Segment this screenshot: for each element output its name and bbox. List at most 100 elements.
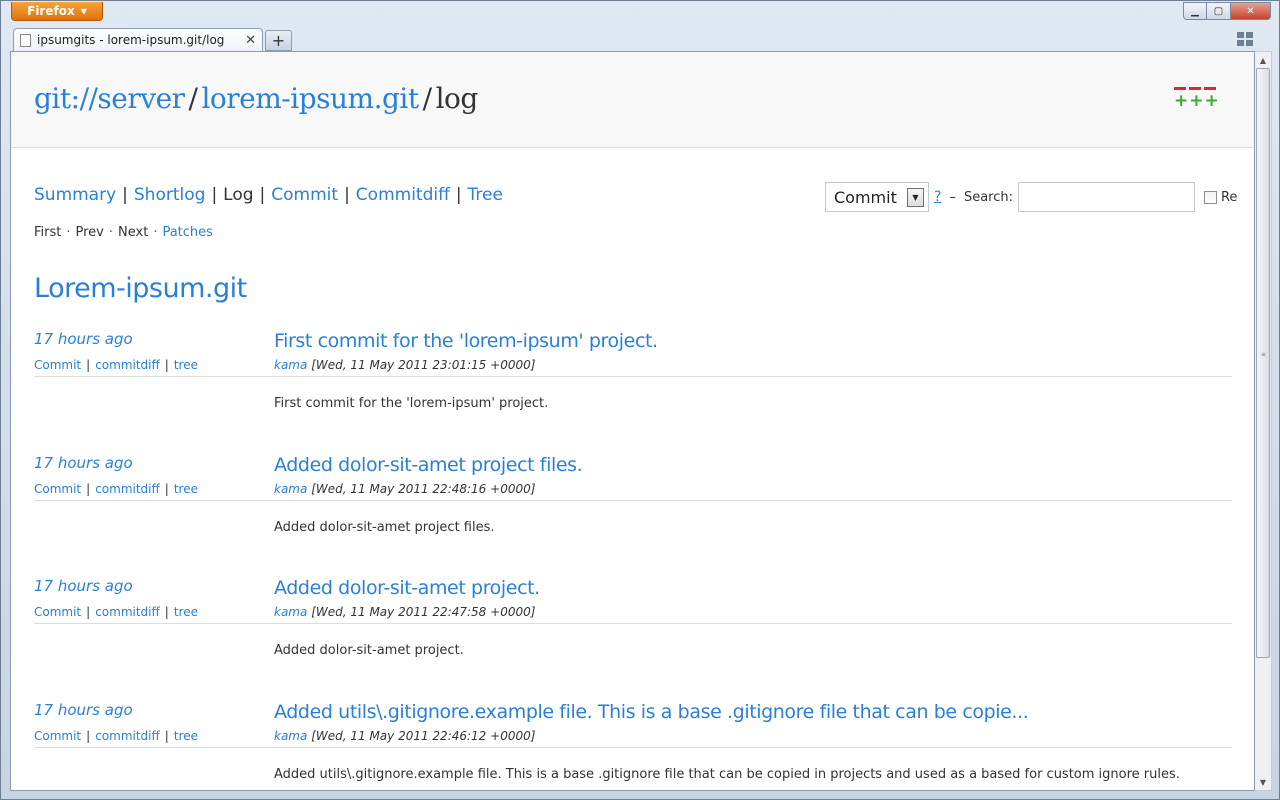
firefox-menu-label: Firefox [27, 4, 75, 18]
commitdiff-link[interactable]: commitdiff [95, 482, 160, 496]
page-icon [20, 33, 31, 47]
commit-meta: kama [Wed, 11 May 2011 22:48:16 +0000] [274, 482, 535, 496]
commit-meta: kama [Wed, 11 May 2011 22:47:58 +0000] [274, 605, 535, 619]
commit-links: Commit | commitdiff | tree [34, 482, 198, 496]
commit-body: Added dolor-sit-amet project. [274, 643, 464, 658]
pager-dot: · [108, 225, 114, 240]
commit-author-link[interactable]: kama [274, 729, 307, 743]
divider [34, 499, 1232, 501]
tab-close-icon[interactable]: ✕ [245, 33, 256, 48]
grip-icon: ≡ [1261, 351, 1267, 358]
commit-links: Commit | commitdiff | tree [34, 358, 198, 372]
regex-checkbox[interactable] [1203, 190, 1217, 204]
commit-subject-link[interactable]: Added dolor-sit-amet project. [274, 577, 1232, 599]
chevron-down-icon: ▼ [80, 6, 87, 16]
link-separator: | [86, 358, 91, 372]
search-label: Search: [963, 189, 1013, 205]
chevron-down-icon[interactable]: ▼ [907, 188, 924, 207]
commit-links: Commit | commitdiff | tree [34, 605, 198, 619]
commit-log-list: 17 hours ago Commit | commitdiff | tree Firs… [34, 330, 1232, 791]
commitdiff-link[interactable]: commitdiff [95, 358, 160, 372]
vertical-scrollbar[interactable]: ▲ ≡ ▼ [1255, 51, 1272, 791]
commit-link[interactable]: Commit [34, 482, 81, 496]
browser-window: Firefox ▼ ▁ ▢ ✕ ipsumgits - lorem-ipsum.… [0, 0, 1280, 800]
commit-entry: 17 hours ago Commit | commitdiff | tree Adde… [34, 577, 1232, 701]
pager-patches-link[interactable]: Patches [162, 225, 212, 240]
commit-author-link[interactable]: kama [274, 482, 307, 496]
link-separator: | [164, 728, 169, 743]
nav-separator: | [344, 185, 350, 205]
link-separator: | [86, 728, 91, 743]
search-input[interactable] [1017, 182, 1195, 212]
commit-author-link[interactable]: kama [274, 605, 307, 619]
link-separator: | [86, 481, 91, 496]
tree-link[interactable]: tree [174, 729, 198, 743]
minimize-button[interactable]: ▁ [1183, 2, 1207, 20]
commitdiff-link[interactable]: commitdiff [95, 729, 160, 743]
nav-shortlog[interactable]: Shortlog [134, 185, 206, 205]
maximize-icon: ▢ [1213, 5, 1224, 17]
breadcrumb-separator: / [422, 82, 432, 115]
tab-groups-icon[interactable] [1237, 32, 1253, 46]
link-separator: | [164, 481, 169, 496]
tree-link[interactable]: tree [174, 358, 198, 372]
commit-entry: 17 hours ago Commit | commitdiff | tree Adde… [34, 701, 1232, 791]
commit-body: Added dolor-sit-amet project files. [274, 519, 495, 535]
browser-tab[interactable]: ipsumgits - lorem-ipsum.git/log ✕ [13, 28, 263, 51]
search-form: Commit ▼ ? – Search: Re [825, 182, 1237, 212]
commit-age: 17 hours ago [34, 330, 133, 348]
pager: First · Prev · Next · Patches [34, 225, 213, 240]
nav-commit[interactable]: Commit [271, 185, 338, 205]
breadcrumb-server-link[interactable]: git://server [34, 82, 185, 115]
maximize-button[interactable]: ▢ [1207, 2, 1231, 20]
nav-tree[interactable]: Tree [468, 185, 503, 205]
search-type-select[interactable]: Commit ▼ [825, 182, 929, 212]
pager-prev: Prev [75, 225, 104, 240]
scroll-thumb[interactable]: ≡ [1256, 68, 1270, 658]
tree-link[interactable]: tree [174, 482, 198, 496]
new-tab-button[interactable]: + [265, 30, 292, 51]
commit-link[interactable]: Commit [34, 358, 81, 372]
link-separator: | [164, 605, 169, 619]
commit-date: [Wed, 11 May 2011 23:01:15 +0000] [311, 358, 536, 372]
nav-summary[interactable]: Summary [34, 185, 116, 205]
tab-bar: ipsumgits - lorem-ipsum.git/log ✕ + [1, 25, 1279, 51]
nav-separator: | [259, 185, 266, 205]
breadcrumb: git://server / lorem-ipsum.git / log [34, 82, 478, 115]
divider [34, 376, 1232, 377]
commit-link[interactable]: Commit [34, 605, 81, 619]
firefox-menu-button[interactable]: Firefox ▼ [11, 2, 103, 21]
scroll-up-icon[interactable]: ▲ [1255, 52, 1271, 68]
divider [34, 623, 1232, 624]
breadcrumb-repo-link[interactable]: lorem-ipsum.git [201, 82, 419, 115]
pager-next: Next [118, 225, 149, 240]
commit-subject-link[interactable]: Added dolor-sit-amet project files. [274, 454, 1232, 476]
git-logo-icon[interactable]: + + + [1174, 87, 1219, 113]
nav-separator: | [211, 185, 218, 205]
commit-age: 17 hours ago [34, 453, 133, 472]
link-separator: | [86, 605, 91, 619]
scroll-down-icon[interactable]: ▼ [1255, 774, 1271, 790]
commit-date: [Wed, 11 May 2011 22:46:12 +0000] [311, 728, 536, 743]
commit-age: 17 hours ago [34, 577, 133, 595]
nav-separator: | [455, 185, 462, 205]
commit-subject-link[interactable]: First commit for the 'lorem-ipsum' proje… [274, 330, 1232, 352]
search-help-link[interactable]: ? [934, 189, 941, 205]
commit-subject-link[interactable]: Added utils\.gitignore.example file. Thi… [274, 701, 1232, 723]
commit-link[interactable]: Commit [34, 729, 81, 743]
tree-link[interactable]: tree [174, 605, 198, 619]
commit-author-link[interactable]: kama [274, 358, 307, 372]
commit-body: Added utils\.gitignore.example file. Thi… [274, 766, 1180, 782]
commit-entry: 17 hours ago Commit | commitdiff | tree Firs… [34, 330, 1232, 454]
project-title[interactable]: Lorem-ipsum.git [34, 273, 247, 304]
breadcrumb-current: log [435, 82, 479, 115]
divider [34, 746, 1232, 748]
commit-date: [Wed, 11 May 2011 22:47:58 +0000] [311, 605, 536, 619]
commit-meta: kama [Wed, 11 May 2011 22:46:12 +0000] [274, 729, 535, 743]
nav-commitdiff[interactable]: Commitdiff [356, 185, 450, 205]
close-window-button[interactable]: ✕ [1231, 2, 1271, 20]
search-dash: – [949, 189, 956, 205]
commitdiff-link[interactable]: commitdiff [95, 605, 160, 619]
page-header: git://server / lorem-ipsum.git / log + + + [11, 52, 1254, 148]
commit-meta: kama [Wed, 11 May 2011 23:01:15 +0000] [274, 358, 535, 372]
